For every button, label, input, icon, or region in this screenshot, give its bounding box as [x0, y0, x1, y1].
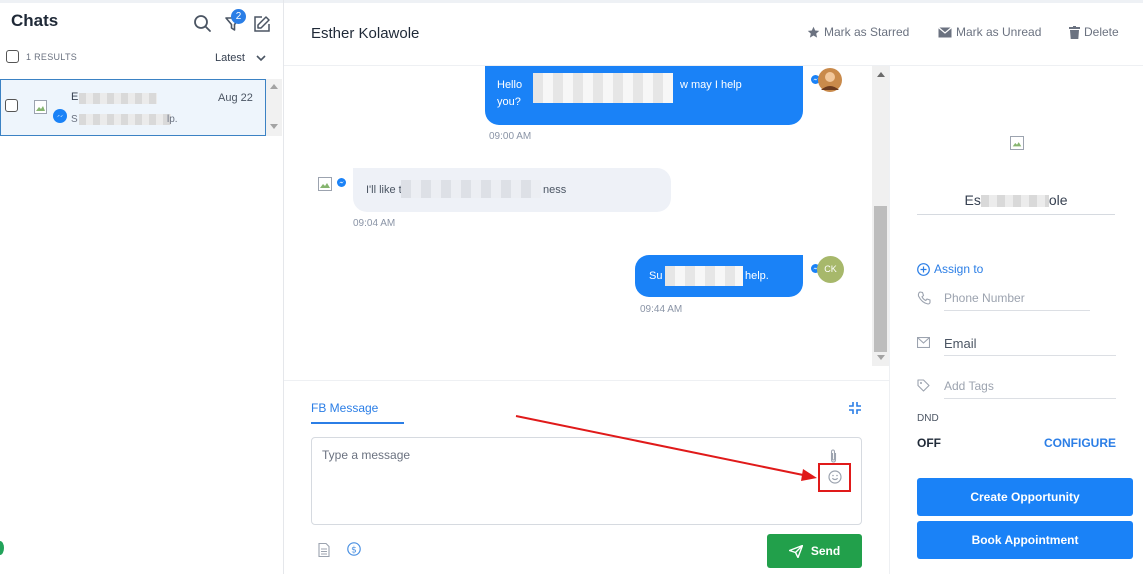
- tags-underline: [944, 398, 1116, 399]
- contact-profile-image: [1010, 136, 1024, 150]
- phone-underline: [944, 310, 1090, 311]
- delete-button[interactable]: Delete: [1069, 25, 1119, 39]
- svg-text:$: $: [351, 546, 357, 556]
- redacted-message-text: [401, 180, 541, 198]
- send-label: Send: [810, 544, 841, 558]
- select-all-checkbox[interactable]: [6, 50, 19, 63]
- active-tab-indicator: [311, 422, 404, 424]
- message-bubble-outgoing: Hello w may I help you?: [485, 66, 803, 125]
- messenger-badge-icon: [337, 178, 346, 187]
- compose-icon[interactable]: [252, 14, 272, 34]
- phone-number-field[interactable]: Phone Number: [944, 291, 1025, 305]
- dnd-label: DND: [917, 413, 939, 424]
- phone-icon: [917, 291, 931, 305]
- book-appointment-button[interactable]: Book Appointment: [917, 521, 1133, 559]
- message-text-end: ness: [543, 184, 567, 196]
- message-time: 09:00 AM: [489, 131, 532, 142]
- assign-to-label: Assign to: [934, 262, 984, 276]
- message-time: 09:04 AM: [353, 218, 396, 229]
- plus-circle-icon: [917, 262, 930, 276]
- mark-unread-label: Mark as Unread: [956, 25, 1042, 39]
- payment-dollar-icon[interactable]: $: [347, 542, 361, 556]
- agent-initials-avatar: CK: [817, 256, 844, 283]
- chat-list-item[interactable]: E Aug 22 S lp.: [0, 79, 266, 136]
- email-field[interactable]: Email: [944, 336, 977, 351]
- contact-name-end: ole: [1048, 192, 1068, 208]
- messenger-icon: [53, 109, 67, 123]
- message-text-start: Su: [649, 270, 663, 282]
- mark-starred-button[interactable]: Mark as Starred: [807, 25, 909, 39]
- search-icon[interactable]: [193, 14, 213, 34]
- tag-icon: [917, 379, 930, 392]
- message-bubble-incoming: I'll like t ness: [353, 168, 671, 212]
- send-button[interactable]: Send: [767, 534, 862, 568]
- chevron-down-icon[interactable]: [255, 52, 267, 64]
- contact-profile-name: Es ole: [917, 192, 1115, 208]
- star-icon: [807, 26, 820, 38]
- create-opportunity-button[interactable]: Create Opportunity: [917, 478, 1133, 516]
- collapse-icon[interactable]: [848, 401, 862, 415]
- message-scrollbar-thumb[interactable]: [874, 206, 887, 352]
- message-text-end: help.: [745, 270, 769, 282]
- email-underline: [944, 355, 1116, 356]
- sort-dropdown[interactable]: Latest: [215, 52, 245, 64]
- contact-image-placeholder-icon: [34, 100, 47, 114]
- redacted-message-text: [665, 266, 743, 286]
- redacted-message-text: [533, 73, 673, 103]
- message-text-mid: w may I help: [680, 79, 742, 91]
- mark-unread-button[interactable]: Mark as Unread: [938, 25, 1041, 39]
- profile-name-underline: [917, 214, 1115, 215]
- contact-avatar-placeholder-icon: [318, 177, 332, 191]
- message-text-start: Hello: [497, 79, 523, 91]
- redacted-contact-name: [980, 195, 1049, 208]
- agent-avatar: [818, 68, 842, 92]
- chats-title: Chats: [11, 11, 59, 30]
- assign-to-button[interactable]: Assign to: [917, 262, 983, 276]
- chat-item-name: E: [71, 91, 79, 103]
- chat-item-preview-start: S: [71, 114, 78, 125]
- message-bubble-outgoing: Su help.: [635, 255, 803, 297]
- chat-list-scrollbar[interactable]: [266, 79, 282, 136]
- add-tags-field[interactable]: Add Tags: [944, 379, 994, 393]
- message-input-placeholder: Type a message: [322, 448, 411, 462]
- email-icon: [917, 337, 930, 348]
- redacted-preview: [79, 114, 171, 125]
- dnd-status: OFF: [917, 436, 941, 450]
- chat-item-date: Aug 22: [218, 92, 253, 104]
- send-paper-plane-icon: [788, 544, 803, 558]
- document-icon[interactable]: [318, 543, 330, 557]
- scroll-up-arrow-icon[interactable]: [877, 71, 885, 77]
- message-text-start: I'll like t: [366, 184, 402, 196]
- paperclip-icon[interactable]: [829, 449, 838, 463]
- scroll-down-arrow-icon[interactable]: [270, 124, 278, 130]
- annotation-highlight-box: [818, 463, 851, 492]
- delete-label: Delete: [1084, 25, 1119, 39]
- message-time: 09:44 AM: [640, 304, 683, 315]
- tab-fb-message[interactable]: FB Message: [311, 401, 378, 415]
- chat-item-checkbox[interactable]: [5, 99, 18, 112]
- scroll-down-arrow-icon[interactable]: [877, 355, 885, 361]
- results-count: 1 RESULTS: [26, 52, 78, 62]
- configure-link[interactable]: CONFIGURE: [1044, 436, 1116, 450]
- filter-count-badge: 2: [231, 9, 246, 24]
- redacted-name: [79, 93, 157, 104]
- scroll-up-arrow-icon[interactable]: [270, 83, 278, 89]
- envelope-icon: [938, 26, 952, 37]
- contact-name-start: Es: [964, 192, 981, 208]
- mark-starred-label: Mark as Starred: [824, 25, 910, 39]
- chat-item-preview-end: lp.: [167, 114, 178, 125]
- conversation-contact-name: Esther Kolawole: [311, 25, 420, 42]
- trash-icon: [1069, 25, 1080, 39]
